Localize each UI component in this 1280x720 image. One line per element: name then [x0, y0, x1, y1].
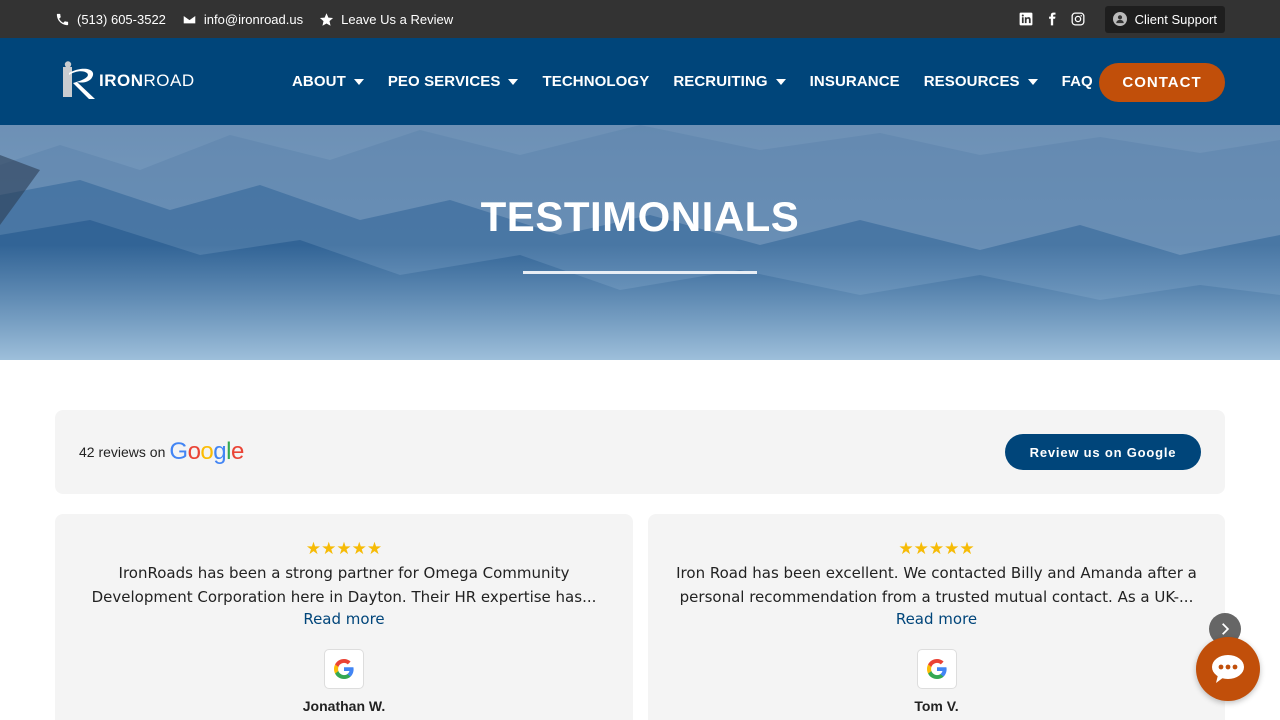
- facebook-icon[interactable]: [1045, 12, 1059, 26]
- page-title: TESTIMONIALS: [480, 193, 800, 240]
- client-support-label: Client Support: [1134, 11, 1217, 27]
- google-logo: Google: [169, 438, 244, 465]
- leave-review-link[interactable]: Leave Us a Review: [319, 12, 453, 27]
- leave-review-label: Leave Us a Review: [341, 11, 454, 27]
- caret-down-icon: [508, 78, 519, 85]
- nav-item-about[interactable]: ABOUT: [292, 73, 364, 90]
- ironroad-logo-icon: [63, 61, 95, 99]
- linkedin-icon[interactable]: [1019, 12, 1033, 26]
- nav-item-insurance[interactable]: INSURANCE: [810, 73, 900, 90]
- reviewer-name: Jonathan W.: [302, 698, 386, 714]
- user-icon: [1112, 12, 1127, 26]
- site-logo[interactable]: IRONROAD: [55, 61, 195, 101]
- nav-item-resources[interactable]: RESOURCES: [924, 73, 1038, 90]
- rating-stars: ★★★★★: [305, 539, 383, 558]
- email-link[interactable]: info@ironroad.us: [182, 12, 303, 27]
- phone-icon: [56, 13, 69, 25]
- nav-item-technology[interactable]: TECHNOLOGY: [542, 73, 649, 90]
- main-navigation: IRONROAD ABOUT PEO SERVICES TECHNOLOGY R…: [0, 38, 1280, 125]
- chat-bubble-icon: [1212, 655, 1244, 683]
- caret-down-icon: [775, 78, 786, 85]
- google-icon: [916, 649, 957, 689]
- hero-banner: TESTIMONIALS: [0, 125, 1280, 360]
- nav-item-peo-services[interactable]: PEO SERVICES: [388, 73, 519, 90]
- review-us-on-google-button[interactable]: Review us on Google: [1005, 434, 1201, 470]
- read-more-link[interactable]: Read more: [648, 610, 1225, 628]
- caret-down-icon: [353, 78, 364, 85]
- review-card: ★★★★★ Iron Road has been excellent. We c…: [648, 514, 1225, 720]
- title-underline-divider: [523, 271, 757, 274]
- google-reviews-summary: 42 reviews on Google Review us on Google: [55, 410, 1225, 494]
- nav-item-faq[interactable]: FAQ: [1062, 73, 1093, 90]
- rating-stars: ★★★★★: [898, 539, 975, 558]
- phone-link[interactable]: (513) 605-3522: [55, 12, 166, 27]
- caret-down-icon: [1027, 78, 1038, 85]
- phone-number: (513) 605-3522: [77, 11, 166, 27]
- nav-item-recruiting[interactable]: RECRUITING: [673, 73, 786, 90]
- review-card: ★★★★★ IronRoads has been a strong partne…: [55, 514, 633, 720]
- instagram-icon[interactable]: [1071, 12, 1085, 26]
- envelope-icon: [182, 14, 197, 24]
- review-text: IronRoads has been a strong partner for …: [91, 564, 597, 606]
- chevron-right-icon: [1222, 623, 1230, 635]
- top-utility-bar: (513) 605-3522 info@ironroad.us Leave Us…: [0, 0, 1280, 38]
- reviewer-name: Tom V.: [914, 698, 959, 714]
- nav-menu: ABOUT PEO SERVICES TECHNOLOGY RECRUITING…: [292, 38, 1117, 125]
- review-text: Iron Road has been excellent. We contact…: [676, 564, 1197, 606]
- star-icon: [320, 12, 334, 26]
- read-more-link[interactable]: Read more: [55, 610, 633, 628]
- chat-widget-button[interactable]: [1196, 637, 1260, 701]
- client-support-button[interactable]: Client Support: [1104, 5, 1225, 33]
- logo-wordmark: IRONROAD: [99, 71, 195, 90]
- email-address: info@ironroad.us: [203, 11, 304, 27]
- mountain-background-image: [0, 125, 1280, 360]
- google-icon: [324, 649, 364, 689]
- contact-button[interactable]: CONTACT: [1099, 63, 1225, 102]
- review-count: 42 reviews on Google: [79, 438, 244, 465]
